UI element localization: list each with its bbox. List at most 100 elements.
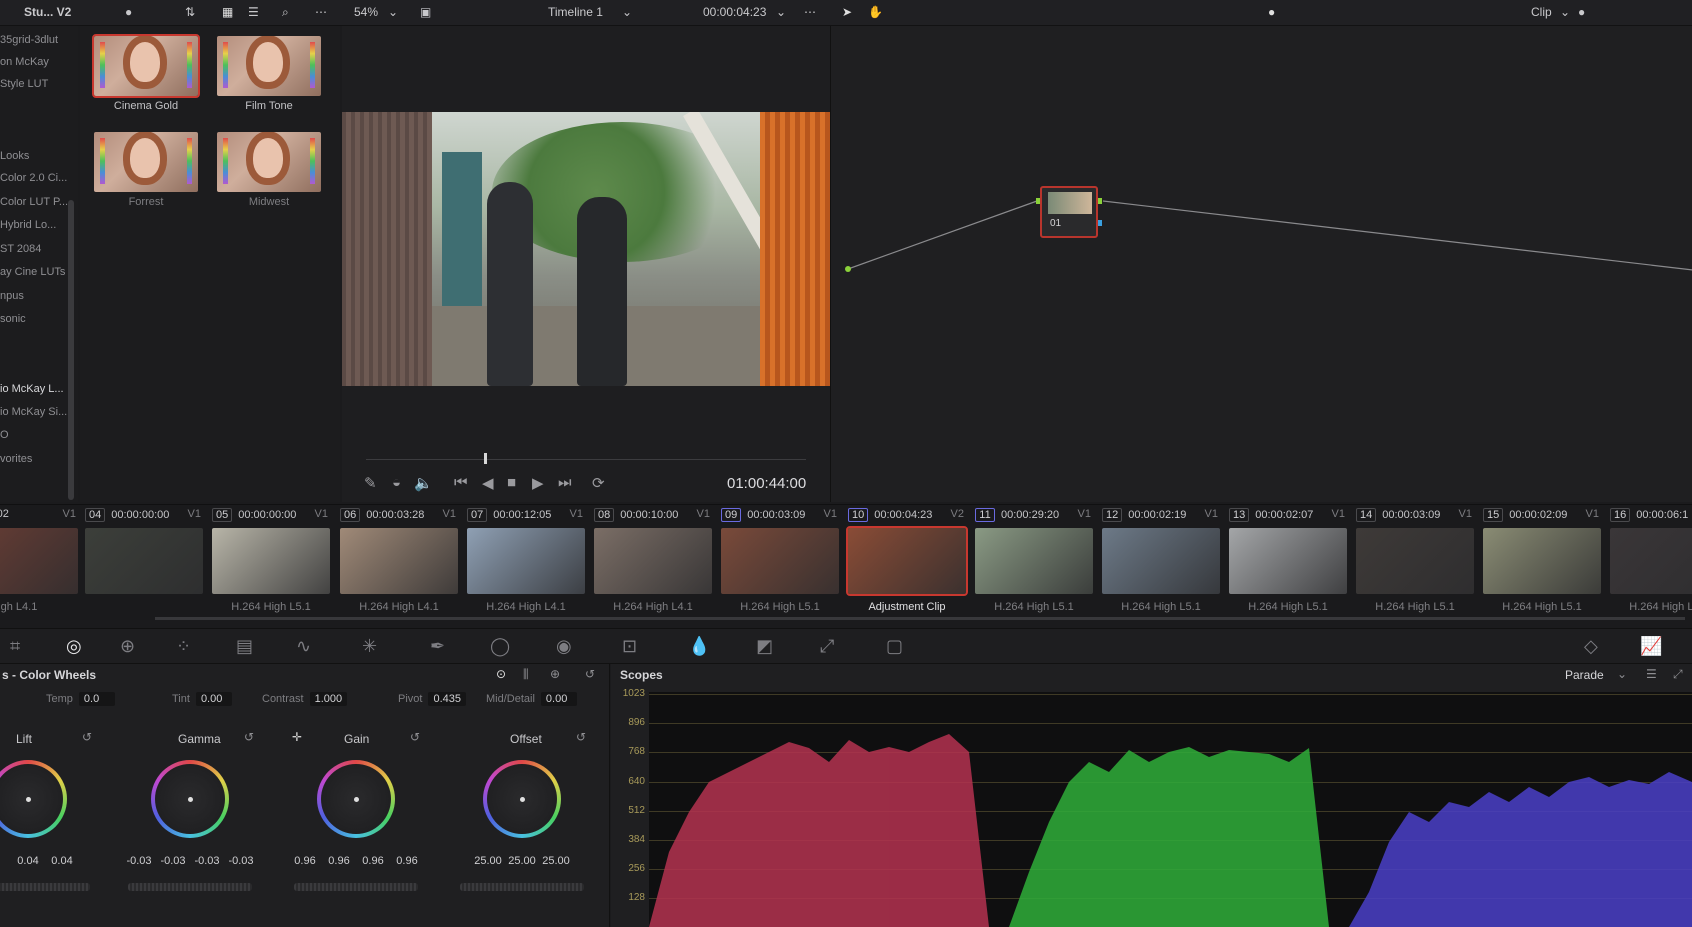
clip-thumbnail[interactable] — [1610, 528, 1692, 594]
hdr-wheels-icon[interactable]: ⊕ — [120, 636, 135, 657]
timeline-clip[interactable]: 11 00:00:29:20 V1 H.264 High L5.1 — [975, 505, 1093, 621]
timeline-clip[interactable]: 04 00:00:00:00 V1 — [85, 505, 203, 621]
sizing-icon[interactable]: ⤢ — [820, 636, 834, 657]
wheel-value[interactable]: 25.00 — [471, 855, 505, 867]
wheel-value[interactable]: 0.96 — [288, 855, 322, 867]
chevron-down-icon[interactable]: ⌄ — [622, 5, 632, 19]
chevron-down-icon[interactable]: ⌄ — [1617, 667, 1627, 681]
wheel-value[interactable]: -0.03 — [122, 855, 156, 867]
lut-folder-item[interactable]: Color 2.0 Ci... — [0, 172, 67, 184]
timeline-clip[interactable]: 31:06:02 V1 gh L4.1 — [0, 505, 78, 621]
lut-folder-item[interactable]: ST 2084 — [0, 243, 41, 255]
go-to-start-icon[interactable]: ⏮ — [454, 474, 468, 491]
expand-icon[interactable]: ⤢ — [1673, 667, 1683, 682]
play-reverse-icon[interactable]: ◀ — [482, 474, 494, 492]
lut-preview-thumbnail[interactable] — [94, 132, 198, 192]
pointer-tool-icon[interactable]: ➤ — [842, 5, 852, 19]
wheel-value[interactable]: 04 — [0, 855, 11, 867]
primaries-wheels-icon[interactable]: ⊙ — [496, 667, 506, 681]
keyframes-icon[interactable]: ◇ — [1584, 636, 1598, 657]
timeline-clip[interactable]: 14 00:00:03:09 V1 H.264 High L5.1 — [1356, 505, 1474, 621]
timeline-clip[interactable]: 08 00:00:10:00 V1 H.264 High L4.1 — [594, 505, 712, 621]
lut-folder-item[interactable]: 35grid-3dlut — [0, 34, 58, 46]
timeline-clip[interactable]: 07 00:00:12:05 V1 H.264 High L4.1 — [467, 505, 585, 621]
node-editor[interactable] — [830, 26, 1692, 502]
timeline-clip[interactable]: 09 00:00:03:09 V1 H.264 High L5.1 — [721, 505, 839, 621]
crosshair-icon[interactable]: ✛ — [292, 730, 302, 744]
lut-folder-item[interactable]: Style LUT — [0, 78, 48, 90]
viewer-mode-icon[interactable]: ▣ — [420, 5, 431, 19]
color-node[interactable]: 01 — [1040, 186, 1098, 238]
go-to-end-icon[interactable]: ⏭ — [558, 474, 572, 491]
scrubber-track[interactable] — [366, 459, 806, 460]
clip-strip-scrollbar[interactable] — [155, 617, 1685, 620]
scope-settings-icon[interactable]: ☰ — [1646, 667, 1657, 681]
chevron-down-icon[interactable]: ⌄ — [388, 5, 398, 19]
clip-thumbnail[interactable] — [85, 528, 203, 594]
lut-preview-thumbnail[interactable] — [217, 132, 321, 192]
reset-icon[interactable]: ↺ — [585, 667, 595, 681]
primaries-bars-icon[interactable]: ⫼ — [523, 667, 529, 682]
clip-thumbnail[interactable] — [1229, 528, 1347, 594]
timeline-clip[interactable]: 15 00:00:02:09 V1 H.264 High L5.1 — [1483, 505, 1601, 621]
timeline-clip[interactable]: 06 00:00:03:28 V1 H.264 High L4.1 — [340, 505, 458, 621]
master-wheel-slider[interactable] — [0, 883, 90, 891]
zoom-dropdown[interactable]: 54% — [354, 5, 378, 19]
window-icon[interactable]: ◯ — [490, 636, 510, 657]
timeline-clip[interactable]: 12 00:00:02:19 V1 H.264 High L5.1 — [1102, 505, 1220, 621]
more-options-icon[interactable]: ⋯ — [804, 5, 816, 19]
clip-thumbnail[interactable] — [846, 526, 968, 596]
color-warper-grid-icon[interactable]: ✳ — [362, 636, 377, 657]
volume-icon[interactable]: 🔈 — [414, 474, 433, 492]
wheel-value[interactable]: -0.03 — [156, 855, 190, 867]
lut-folder-item[interactable]: Hybrid Lo... — [0, 219, 56, 231]
hand-tool-icon[interactable]: ✋ — [868, 5, 883, 19]
timeline-clip[interactable]: 05 00:00:00:00 V1 H.264 High L5.1 — [212, 505, 330, 621]
chevron-down-icon[interactable]: ⌄ — [1560, 5, 1570, 19]
reset-icon[interactable]: ↺ — [410, 730, 420, 744]
wheel-value[interactable]: 0.96 — [356, 855, 390, 867]
scope-mode-dropdown[interactable]: Parade — [1565, 668, 1604, 682]
rgb-mixer-icon[interactable]: ▤ — [236, 636, 253, 657]
wheel-value[interactable]: -0.03 — [224, 855, 258, 867]
wheel-center-handle[interactable] — [26, 797, 31, 802]
more-options-icon[interactable]: ⋯ — [315, 5, 327, 19]
options-dot-icon[interactable]: ● — [1578, 5, 1585, 19]
clip-thumbnail[interactable] — [1356, 528, 1474, 594]
lut-folder-item[interactable]: sonic — [0, 313, 26, 325]
3d-icon[interactable]: ▢ — [886, 636, 903, 657]
lut-preview-thumbnail[interactable] — [217, 36, 321, 96]
curves-icon[interactable]: ∿ — [296, 636, 311, 657]
lut-folder-item[interactable]: on McKay — [0, 56, 49, 68]
clip-thumbnail[interactable] — [340, 528, 458, 594]
param-value-field[interactable]: 0.435 — [428, 692, 466, 706]
wheel-center-handle[interactable] — [188, 797, 193, 802]
color-wheel-gamma[interactable] — [151, 760, 229, 838]
lut-preview-thumbnail[interactable] — [92, 34, 200, 98]
wheel-center-handle[interactable] — [354, 797, 359, 802]
play-icon[interactable]: ▶ — [532, 474, 544, 492]
search-icon[interactable]: ⌕ — [282, 5, 289, 20]
loop-icon[interactable]: ⟳ — [592, 474, 605, 492]
tracker-icon[interactable]: ◉ — [556, 636, 572, 657]
highlight-icon[interactable]: ◒ — [392, 474, 401, 491]
color-wheels-icon[interactable]: ◎ — [66, 636, 82, 657]
reset-icon[interactable]: ↺ — [82, 730, 92, 744]
lut-folder-item[interactable]: io McKay Si... — [0, 406, 67, 418]
master-wheel-slider[interactable] — [460, 883, 584, 891]
magic-mask-icon[interactable]: ⊡ — [622, 636, 637, 657]
grid-view-icon[interactable]: ▦ — [222, 5, 233, 19]
clip-thumbnail[interactable] — [594, 528, 712, 594]
master-wheel-slider[interactable] — [128, 883, 252, 891]
wheel-value[interactable]: 25.00 — [539, 855, 573, 867]
lut-folder-item[interactable]: Looks — [0, 150, 29, 162]
scopes-icon[interactable]: 📈 — [1640, 636, 1662, 657]
camera-raw-icon[interactable]: ⌗ — [10, 636, 20, 657]
timeline-dropdown[interactable]: Timeline 1 — [548, 5, 603, 19]
wheel-value[interactable]: 0.96 — [322, 855, 356, 867]
list-view-icon[interactable]: ☰ — [248, 5, 259, 19]
reset-icon[interactable]: ↺ — [576, 730, 586, 744]
qualifier-icon[interactable]: ✒ — [430, 636, 445, 657]
video-viewer[interactable] — [342, 112, 830, 386]
wheel-value[interactable]: 0.04 — [45, 855, 79, 867]
